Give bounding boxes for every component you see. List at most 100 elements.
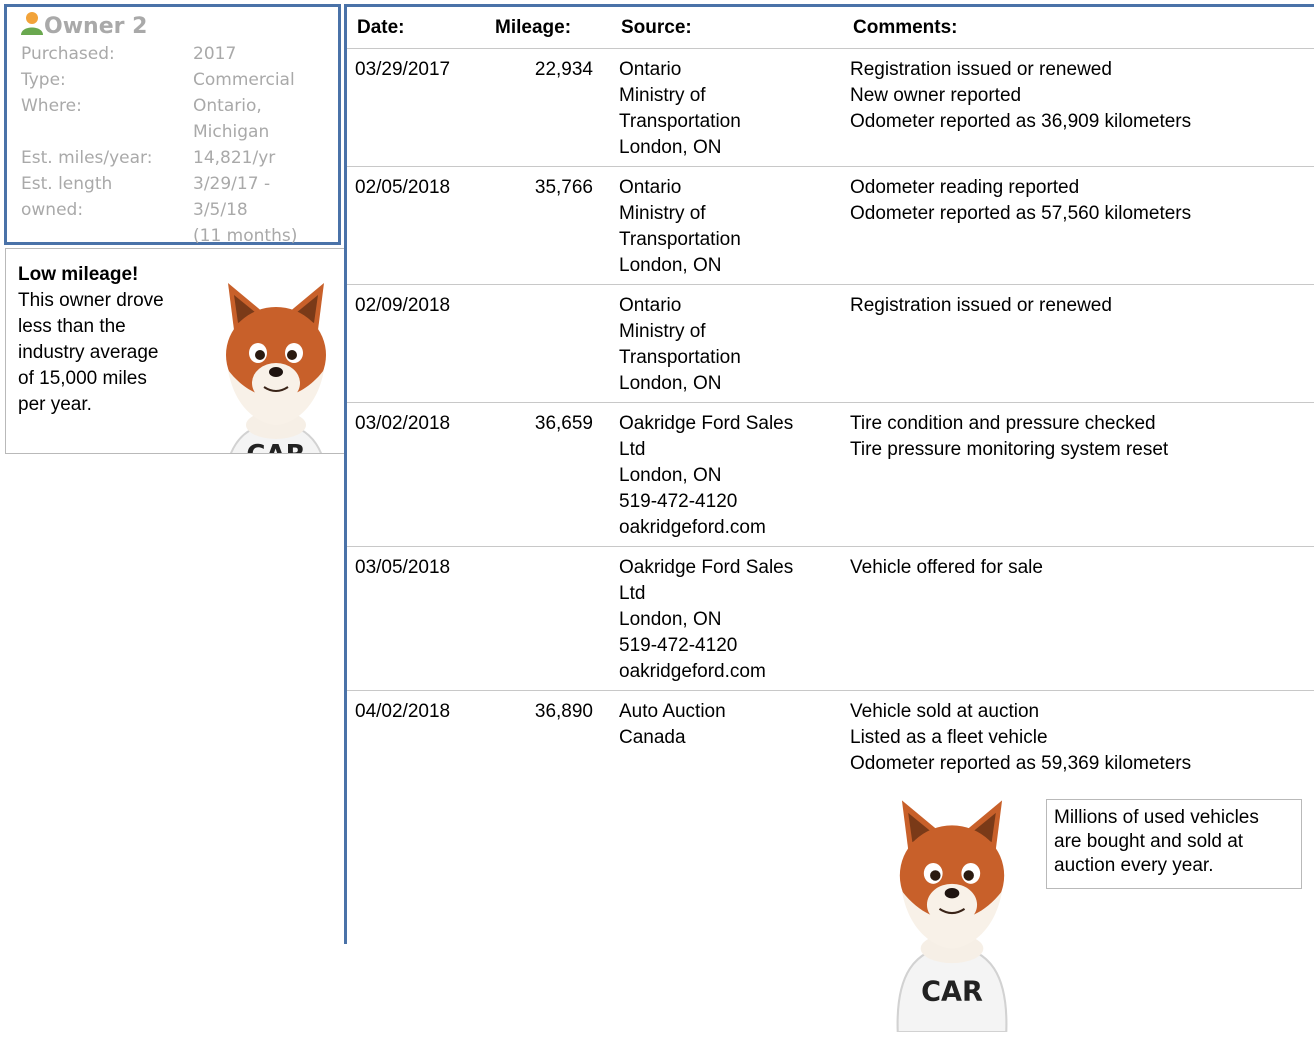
comments-cell-line: Tire condition and pressure checked	[850, 413, 1156, 434]
header-date: Date:	[357, 17, 405, 38]
owner-attr-label: Where:	[21, 96, 82, 116]
callout-line: industry average	[18, 342, 159, 363]
owner-attr-label: Est. miles/year:	[21, 148, 153, 168]
table-row: 02/05/2018 35,766 Ontario Ministry of Transp…	[347, 167, 1314, 285]
owner-attr-label: Type:	[21, 70, 66, 90]
source-cell-line: Ontario	[619, 59, 682, 80]
owner-attr-value: 14,821/yr	[193, 148, 276, 168]
owner-attr-label: Est. length	[21, 174, 113, 194]
comments-cell: Registration issued or renewed	[850, 293, 1112, 319]
owner-title: Owner 2	[21, 11, 147, 42]
source-cell-line: London, ON	[619, 373, 722, 394]
owner-attr-value: 3/5/18	[193, 200, 248, 220]
source-cell: Oakridge Ford Sales Ltd London, ON 519-472-…	[619, 411, 793, 541]
owner-attr-label: Purchased:	[21, 44, 115, 64]
source-cell: Auto Auction Canada	[619, 699, 726, 751]
auction-info-note: Millions of used vehicles are bought and …	[1046, 799, 1302, 889]
source-cell-line: Oakridge Ford Sales	[619, 413, 794, 434]
comments-cell: Odometer reading reported Odometer report…	[850, 175, 1191, 227]
comments-cell: Tire condition and pressure checked Tire …	[850, 411, 1168, 463]
source-cell-line: 519-472-4120	[619, 635, 738, 656]
mileage-cell: 36,890	[483, 699, 593, 725]
svg-text:CAR: CAR	[921, 977, 983, 1008]
svg-text:CAR: CAR	[246, 440, 305, 454]
comments-cell-line: New owner reported	[850, 85, 1022, 106]
source-cell-line: Transportation	[619, 111, 741, 132]
date-cell: 03/05/2018	[355, 555, 450, 581]
carfox-mascot-icon: CAR FOX	[206, 275, 344, 454]
source-cell-line: oakridgeford.com	[619, 661, 766, 682]
source-cell-line: London, ON	[619, 465, 722, 486]
date-cell: 02/05/2018	[355, 175, 450, 201]
date-cell: 03/02/2018	[355, 411, 450, 437]
source-cell-line: Ltd	[619, 439, 646, 460]
date-cell: 02/09/2018	[355, 293, 450, 319]
callout-line: of 15,000 miles	[18, 368, 147, 389]
source-cell-line: oakridgeford.com	[619, 517, 766, 538]
mileage-cell-line: 36,890	[534, 701, 593, 722]
callout-body: This owner drove less than the industry av…	[18, 288, 198, 418]
header-comments: Comments:	[853, 17, 958, 38]
comments-cell-line: Odometer reported as 36,909 kilometers	[850, 111, 1192, 132]
mileage-cell: 22,934	[483, 57, 593, 83]
owner-attr-label: owned:	[21, 200, 84, 220]
table-row: 03/29/2017 22,934 Ontario Ministry of Transp…	[347, 49, 1314, 167]
source-cell-line: 519-472-4120	[619, 491, 738, 512]
source-cell-line: Transportation	[619, 229, 741, 250]
owner-attr-value: Ontario,	[193, 96, 262, 116]
mileage-cell-line: 35,766	[534, 177, 593, 198]
comments-cell-line: Vehicle offered for sale	[850, 557, 1043, 578]
owner-attr-value: 3/29/17 -	[193, 174, 271, 194]
owner-attr-value: 2017	[193, 44, 237, 64]
comments-cell-line: Odometer reported as 59,369 kilometers	[850, 753, 1192, 774]
table-row: 03/05/2018 Oakridge Ford Sales Ltd London, …	[347, 547, 1314, 691]
auction-note-line: auction every year.	[1054, 855, 1214, 876]
comments-cell: Vehicle sold at auction Listed as a fleet…	[850, 699, 1191, 777]
source-cell: Ontario Ministry of Transportation London, …	[619, 293, 741, 397]
comments-cell-line: Listed as a fleet vehicle	[850, 727, 1048, 748]
date-cell-line: 03/02/2018	[355, 413, 451, 434]
callout-line: This owner drove	[18, 290, 164, 311]
owner-attr-value: Michigan	[193, 122, 270, 142]
low-mileage-callout: Low mileage! This owner drove less than t…	[5, 248, 345, 454]
mileage-cell: 36,659	[483, 411, 593, 437]
date-cell-line: 04/02/2018	[355, 701, 451, 722]
auction-note-line: Millions of used vehicles	[1054, 807, 1259, 828]
date-cell: 03/29/2017	[355, 57, 450, 83]
source-cell-line: Oakridge Ford Sales	[619, 557, 794, 578]
owner-attr-value: Commercial	[193, 70, 295, 90]
carfox-auction-mascot-icon: CAR	[878, 792, 1026, 1037]
source-cell-line: London, ON	[619, 609, 722, 630]
source-cell: Ontario Ministry of Transportation London, …	[619, 57, 741, 161]
date-cell: 04/02/2018	[355, 699, 450, 725]
source-cell-line: Canada	[619, 727, 686, 748]
comments-cell-line: Registration issued or renewed	[850, 295, 1112, 316]
date-cell-line: 02/09/2018	[355, 295, 451, 316]
header-mileage: Mileage:	[495, 17, 572, 38]
source-cell-line: Ontario	[619, 177, 682, 198]
callout-line: less than the	[18, 316, 126, 337]
source-cell-line: Ministry of	[619, 321, 706, 342]
source-cell: Oakridge Ford Sales Ltd London, ON 519-472-…	[619, 555, 793, 685]
source-cell-line: Transportation	[619, 347, 741, 368]
table-row: 02/09/2018 Ontario Ministry of Transportati…	[347, 285, 1314, 403]
comments-cell-line: Odometer reported as 57,560 kilometers	[850, 203, 1192, 224]
source-cell: Ontario Ministry of Transportation London, …	[619, 175, 741, 279]
mileage-cell: 35,766	[483, 175, 593, 201]
owner-attr-value: (11 months)	[193, 226, 298, 246]
callout-heading: Low mileage!	[18, 264, 139, 285]
comments-cell: Registration issued or renewed New owner …	[850, 57, 1191, 135]
source-cell-line: Ministry of	[619, 85, 706, 106]
auction-note-line: are bought and sold at	[1054, 831, 1244, 852]
mileage-cell-line: 36,659	[534, 413, 593, 434]
date-cell-line: 03/05/2018	[355, 557, 451, 578]
table-row: 03/02/2018 36,659 Oakridge Ford Sales Ltd Lo…	[347, 403, 1314, 547]
header-source: Source:	[621, 17, 692, 38]
comments-cell-line: Vehicle sold at auction	[850, 701, 1040, 722]
owner-summary-panel: Owner 2 Purchased: 2017 Type: Commercial Whe…	[4, 4, 341, 246]
table-row: 04/02/2018 36,890 Auto Auction Canada Vehicl…	[347, 691, 1314, 783]
person-icon	[21, 11, 43, 42]
date-cell-line: 02/05/2018	[355, 177, 451, 198]
date-cell-line: 03/29/2017	[355, 59, 451, 80]
comments-cell: Vehicle offered for sale	[850, 555, 1043, 581]
